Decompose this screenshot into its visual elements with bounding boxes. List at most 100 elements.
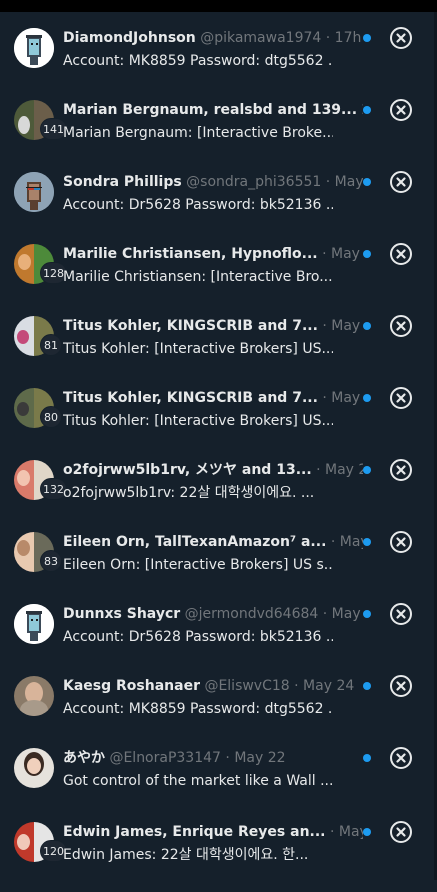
- photo-avatar[interactable]: [14, 676, 54, 716]
- pixel-punk-avatar[interactable]: [14, 28, 54, 68]
- separator: ·: [220, 750, 235, 766]
- close-icon[interactable]: [389, 820, 413, 844]
- conversation-header: あやか @ElnoraP33147 · May 22: [63, 747, 363, 769]
- conversation-row[interactable]: DiamondJohnson @pikamawa1974 · 17h Accou…: [0, 26, 430, 98]
- message-preview: Titus Kohler: [Interactive Brokers] US..…: [63, 341, 333, 357]
- conversation-header: Edwin James, Enrique Reyes an... · May 2…: [63, 821, 363, 843]
- close-icon[interactable]: [389, 386, 413, 410]
- close-icon[interactable]: [389, 314, 413, 338]
- conversation-header: Kaesg Roshanaer @EliswvC18 · May 24: [63, 675, 363, 697]
- conversation-time: May 28: [331, 318, 363, 334]
- member-count-badge: 83: [40, 550, 62, 572]
- close-icon[interactable]: [389, 674, 413, 698]
- unread-dot: [363, 538, 371, 546]
- message-preview: Account: Dr5628 Password: bk52136 ...: [63, 629, 333, 645]
- conversation-header: Marian Bergnaum, realsbd and 139... 23h: [63, 99, 363, 121]
- conversation-name: Marian Bergnaum, realsbd and 139...: [63, 102, 358, 118]
- conversation-row[interactable]: 141 Marian Bergnaum, realsbd and 139... …: [0, 98, 430, 170]
- conversation-name: Sondra Phillips: [63, 174, 182, 190]
- conversation-row[interactable]: 83 Eileen Orn, TallTexanAmazon⁷ a... · M…: [0, 530, 430, 602]
- message-preview: Account: MK8859 Password: dtg5562 ...: [63, 701, 333, 717]
- conversation-header: Marilie Christiansen, Hypnoflo... · May …: [63, 243, 363, 265]
- conversation-row[interactable]: 80 Titus Kohler, KINGSCRIB and 7... · Ma…: [0, 386, 430, 458]
- conversation-name: Titus Kohler, KINGSCRIB and 7...: [63, 390, 318, 406]
- unread-dot: [363, 178, 371, 186]
- separator: ·: [317, 246, 331, 262]
- conversation-handle: @pikamawa1974: [200, 30, 322, 46]
- conversation-name: Edwin James, Enrique Reyes an...: [63, 824, 326, 840]
- conversation-header: Titus Kohler, KINGSCRIB and 7... · May 2…: [63, 315, 363, 337]
- separator: ·: [325, 824, 339, 840]
- separator: ·: [318, 606, 332, 622]
- unread-dot: [363, 682, 371, 690]
- separator: ·: [326, 534, 340, 550]
- conversation-time: May 24: [303, 678, 355, 694]
- member-count-badge: 81: [40, 334, 62, 356]
- close-icon[interactable]: [389, 602, 413, 626]
- conversation-time: May 21: [338, 824, 363, 840]
- close-icon[interactable]: [389, 530, 413, 554]
- conversation-row[interactable]: 120 Edwin James, Enrique Reyes an... · M…: [0, 820, 430, 892]
- conversation-time: May 22: [234, 750, 286, 766]
- close-icon[interactable]: [389, 170, 413, 194]
- photo-avatar[interactable]: [14, 748, 54, 788]
- conversation-row[interactable]: 132 o2fojrww5lb1rv, メツヤ and 13... · May …: [0, 458, 430, 530]
- separator: ·: [321, 174, 335, 190]
- conversation-name: o2fojrww5lb1rv, メツヤ and 13...: [63, 462, 312, 478]
- conversation-header: o2fojrww5lb1rv, メツヤ and 13... · May 27: [63, 459, 363, 481]
- separator: ·: [289, 678, 304, 694]
- conversation-time: May 27: [339, 534, 363, 550]
- conversation-row[interactable]: Dunnxs Shaycr @jermondvd64684 · May 26 A…: [0, 602, 430, 674]
- conversation-row[interactable]: Sondra Phillips @sondra_phi36551 · May 2…: [0, 170, 430, 242]
- member-count-badge: 80: [40, 406, 62, 428]
- message-preview: o2fojrww5lb1rv: 22살 대학생이에요. ...: [63, 485, 315, 501]
- conversation-name: Dunnxs Shaycr: [63, 606, 181, 622]
- conversation-name: DiamondJohnson: [63, 30, 196, 46]
- message-preview: Got control of the market like a Wall ..…: [63, 773, 333, 789]
- close-icon[interactable]: [389, 242, 413, 266]
- conversation-row[interactable]: Kaesg Roshanaer @EliswvC18 · May 24 Acco…: [0, 674, 430, 746]
- message-preview: Eileen Orn: [Interactive Brokers] US s..…: [63, 557, 333, 573]
- conversation-name: Eileen Orn, TallTexanAmazon⁷ a...: [63, 534, 327, 550]
- conversation-handle: @ElnoraP33147: [109, 750, 221, 766]
- close-icon[interactable]: [389, 98, 413, 122]
- conversation-time: May 28: [331, 390, 363, 406]
- conversation-handle: @EliswvC18: [204, 678, 290, 694]
- conversation-header: Sondra Phillips @sondra_phi36551 · May 2…: [63, 171, 363, 193]
- conversation-name: Marilie Christiansen, Hypnoflo...: [63, 246, 318, 262]
- message-preview: Marilie Christiansen: [Interactive Bro..…: [63, 269, 333, 285]
- conversation-header: Dunnxs Shaycr @jermondvd64684 · May 26: [63, 603, 363, 625]
- close-icon[interactable]: [389, 458, 413, 482]
- conversation-time: May 26: [331, 606, 363, 622]
- separator: ·: [317, 390, 332, 406]
- pixel-punk-glasses-avatar[interactable]: [14, 172, 54, 212]
- close-icon[interactable]: [389, 26, 413, 50]
- message-preview: Edwin James: 22살 대학생이에요. 한...: [63, 847, 309, 863]
- conversation-time: May 29: [334, 174, 363, 190]
- message-preview: Marian Bergnaum: [Interactive Broke...: [63, 125, 333, 141]
- separator: ·: [311, 462, 326, 478]
- unread-dot: [363, 754, 371, 762]
- conversation-name: Titus Kohler, KINGSCRIB and 7...: [63, 318, 318, 334]
- pixel-punk-avatar[interactable]: [14, 604, 54, 644]
- conversation-header: Eileen Orn, TallTexanAmazon⁷ a... · May …: [63, 531, 363, 553]
- conversation-time: 17h: [334, 30, 362, 46]
- conversation-time: May 28: [330, 246, 363, 262]
- unread-dot: [363, 250, 371, 258]
- message-preview: Titus Kohler: [Interactive Brokers] US..…: [63, 413, 333, 429]
- conversation-header: DiamondJohnson @pikamawa1974 · 17h: [63, 27, 363, 49]
- conversation-row[interactable]: 81 Titus Kohler, KINGSCRIB and 7... · Ma…: [0, 314, 430, 386]
- unread-dot: [363, 828, 371, 836]
- message-preview: Account: MK8859 Password: dtg5562 ...: [63, 53, 333, 69]
- conversation-row[interactable]: あやか @ElnoraP33147 · May 22 Got control o…: [0, 746, 430, 818]
- conversation-header: Titus Kohler, KINGSCRIB and 7... · May 2…: [63, 387, 363, 409]
- conversation-row[interactable]: 128 Marilie Christiansen, Hypnoflo... · …: [0, 242, 430, 314]
- separator: ·: [317, 318, 332, 334]
- unread-dot: [363, 34, 371, 42]
- unread-dot: [363, 610, 371, 618]
- unread-dot: [363, 322, 371, 330]
- close-icon[interactable]: [389, 746, 413, 770]
- unread-dot: [363, 106, 371, 114]
- conversation-name: あやか: [63, 750, 105, 766]
- conversation-handle: @jermondvd64684: [184, 606, 319, 622]
